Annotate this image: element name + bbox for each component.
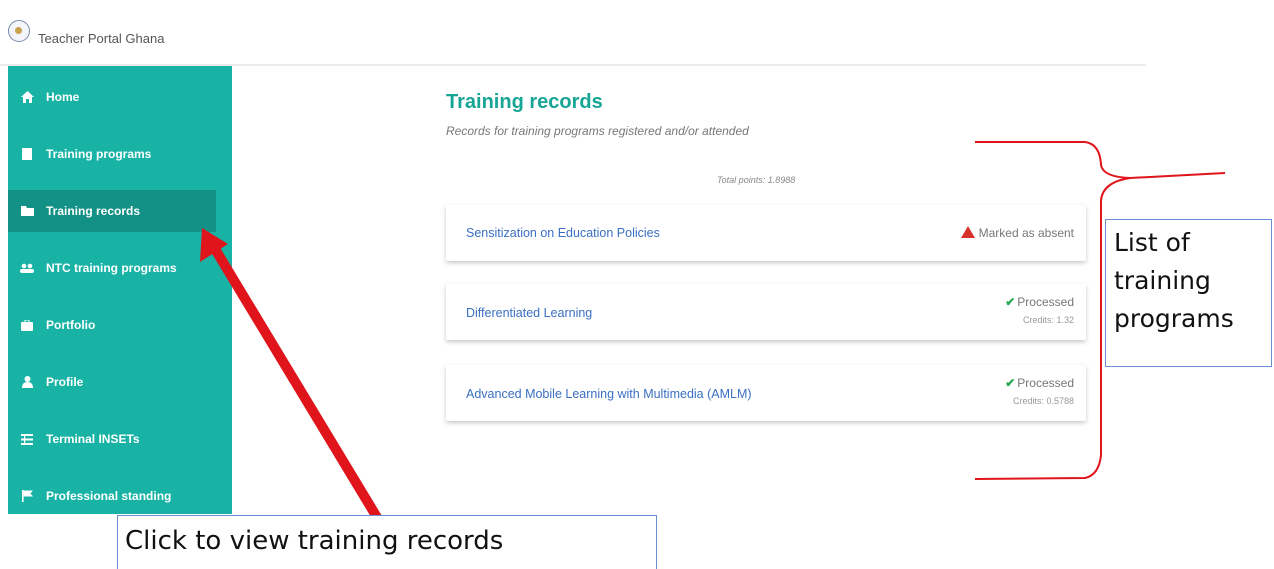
callout-line: List of: [1114, 228, 1190, 257]
callout-click-instruction: Click to view training records: [117, 515, 657, 569]
callout-list-of-programs: List of training programs: [1105, 219, 1272, 367]
callout-line: programs: [1114, 304, 1234, 333]
annotation-overlay: [200, 141, 1226, 527]
callout-line: training: [1114, 266, 1211, 295]
arrow-shaft: [210, 246, 386, 527]
